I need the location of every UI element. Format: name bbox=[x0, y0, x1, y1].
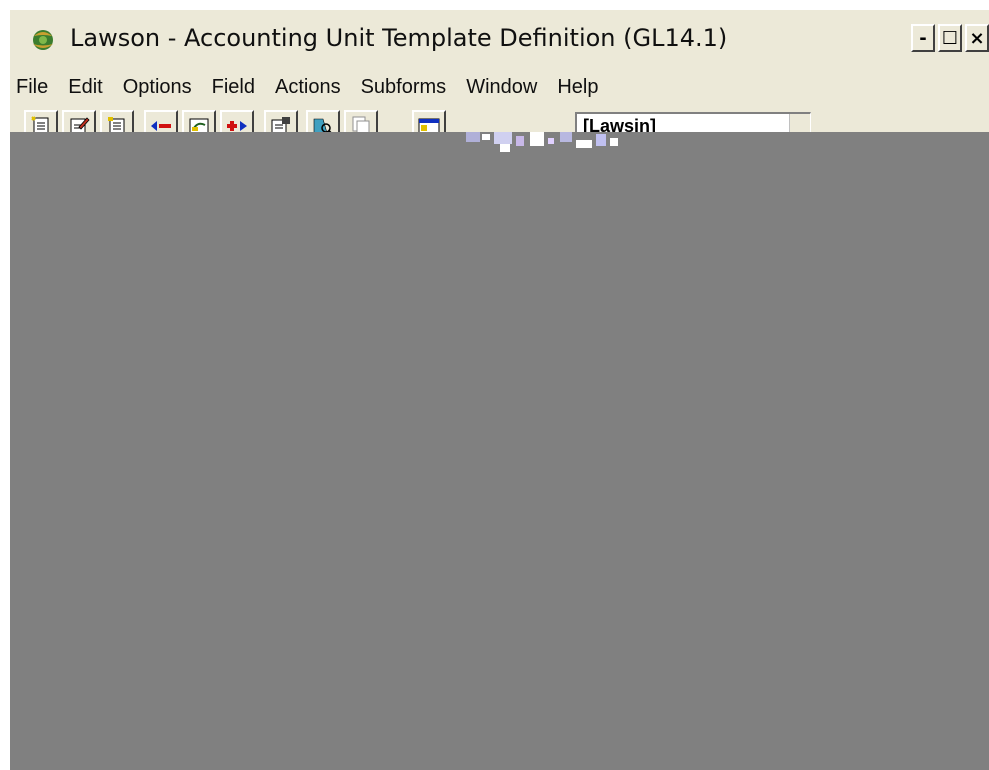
menu-options[interactable]: Options bbox=[113, 76, 202, 99]
menu-subforms[interactable]: Subforms bbox=[351, 76, 457, 99]
menu-actions[interactable]: Actions bbox=[265, 76, 351, 99]
lawson-logo-icon bbox=[28, 26, 58, 54]
application-window: Lawson - Accounting Unit Template Defini… bbox=[10, 10, 989, 770]
close-button[interactable]: × bbox=[965, 24, 989, 52]
minimize-button[interactable]: - bbox=[911, 24, 935, 52]
menu-window[interactable]: Window bbox=[456, 76, 547, 99]
window-title: Lawson - Accounting Unit Template Defini… bbox=[70, 24, 728, 52]
menu-edit[interactable]: Edit bbox=[58, 76, 112, 99]
maximize-button[interactable]: ☐ bbox=[938, 24, 962, 52]
workspace-area bbox=[10, 132, 989, 770]
window-controls: - ☐ × bbox=[911, 24, 989, 54]
title-bar[interactable]: Lawson - Accounting Unit Template Defini… bbox=[10, 10, 989, 68]
menu-file[interactable]: File bbox=[10, 76, 58, 99]
menu-bar: File Edit Options Field Actions Subforms… bbox=[10, 68, 989, 106]
menu-field[interactable]: Field bbox=[202, 76, 265, 99]
render-artifact bbox=[460, 132, 622, 166]
menu-help[interactable]: Help bbox=[547, 76, 608, 99]
